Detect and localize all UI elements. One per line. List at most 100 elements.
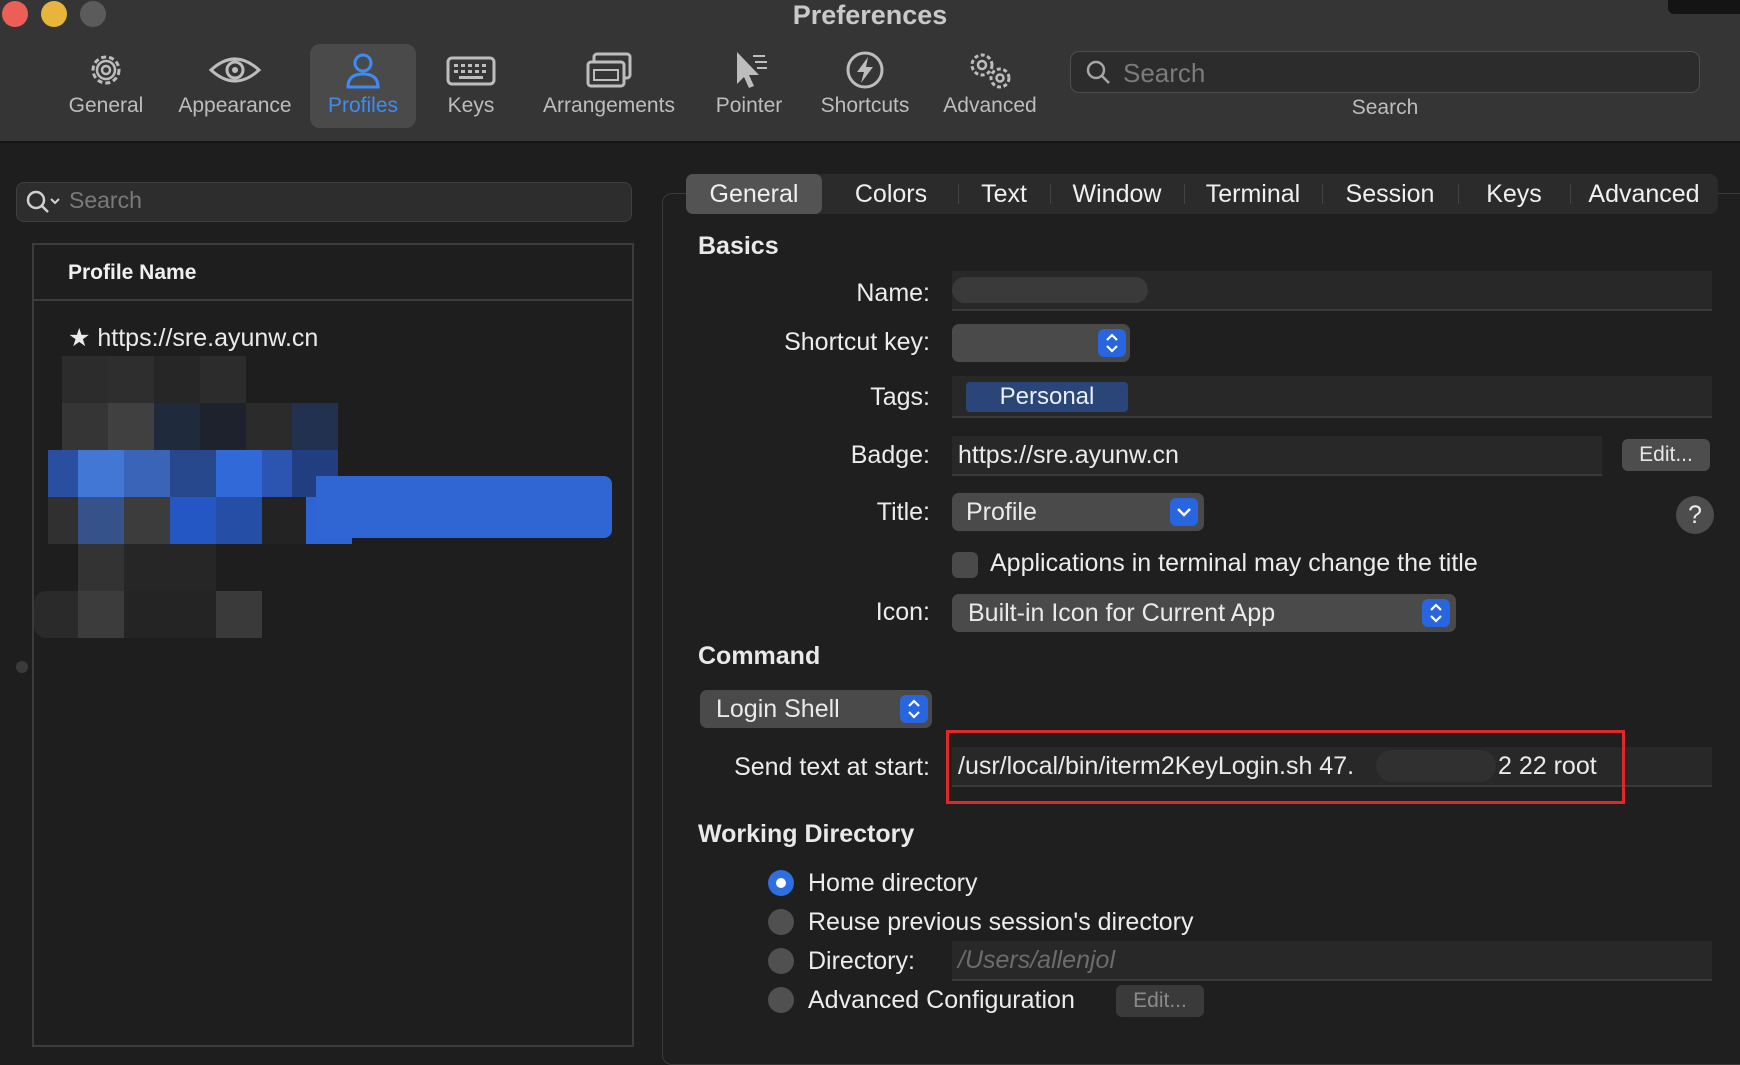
title-popup-value: Profile — [966, 498, 1037, 526]
command-type-popup[interactable]: Login Shell — [700, 690, 932, 728]
tags-label: Tags: — [870, 383, 930, 411]
tab-separator — [1050, 184, 1051, 204]
profile-row[interactable]: ★ https://sre.ayunw.cn — [68, 323, 318, 353]
profile-list-header[interactable]: Profile Name — [34, 245, 632, 301]
toolbar-search-field[interactable]: Search — [1070, 51, 1700, 93]
tab-text[interactable]: Text — [960, 174, 1048, 214]
tags-field[interactable]: Personal — [952, 376, 1712, 418]
toolbar-shortcuts-label: Shortcuts — [820, 94, 910, 117]
toolbar-arrangements-label: Arrangements — [543, 94, 675, 117]
badge-edit-button[interactable]: Edit... — [1622, 439, 1710, 471]
icon-label: Icon: — [875, 598, 930, 626]
windows-icon — [586, 52, 632, 88]
lightning-icon — [846, 51, 884, 89]
tab-general[interactable]: General — [686, 174, 822, 214]
search-menu-icon — [26, 190, 60, 213]
tab-colors[interactable]: Colors — [826, 174, 956, 214]
toolbar-general-label: General — [68, 94, 144, 117]
badge-label: Badge: — [850, 441, 930, 469]
toolbar-search-placeholder: Search — [1123, 58, 1206, 88]
advanced-config-radio[interactable] — [768, 987, 794, 1013]
icon-popup[interactable]: Built-in Icon for Current App — [952, 594, 1456, 632]
advanced-config-edit-button[interactable]: Edit... — [1116, 985, 1204, 1017]
title-change-checkbox-label: Applications in terminal may change the … — [990, 549, 1478, 577]
directory-radio[interactable] — [768, 948, 794, 974]
basics-heading: Basics — [698, 232, 779, 260]
selected-profile-row[interactable] — [316, 476, 612, 538]
reuse-directory-radio[interactable] — [768, 909, 794, 935]
toolbar-pointer-label: Pointer — [715, 94, 783, 117]
help-button[interactable]: ? — [1676, 496, 1714, 534]
home-directory-label: Home directory — [808, 869, 978, 897]
profile-search-field[interactable]: Search — [16, 182, 632, 222]
title-popup[interactable]: Profile — [952, 493, 1204, 531]
name-field[interactable] — [952, 271, 1712, 311]
chevron-down-icon — [1170, 498, 1198, 526]
toolbar-profiles[interactable]: Profiles — [310, 44, 416, 128]
stepper-arrows-icon — [1422, 599, 1450, 627]
keyboard-icon — [446, 56, 496, 86]
directory-field[interactable]: /Users/allenjol — [952, 941, 1712, 981]
search-icon — [1086, 60, 1110, 84]
reuse-directory-label: Reuse previous session's directory — [808, 908, 1194, 936]
working-directory-heading: Working Directory — [698, 820, 915, 848]
toolbar-search-caption: Search — [1351, 96, 1419, 119]
toolbar-keys-label: Keys — [447, 94, 495, 117]
tab-window[interactable]: Window — [1052, 174, 1182, 214]
shortcut-key-label: Shortcut key: — [784, 328, 930, 356]
tab-keys[interactable]: Keys — [1460, 174, 1568, 214]
gears-icon — [970, 53, 1011, 89]
directory-label: Directory: — [808, 947, 915, 975]
toolbar-advanced[interactable]: Advanced — [936, 44, 1044, 128]
stepper-arrows-icon — [900, 695, 928, 723]
tag-token[interactable]: Personal — [966, 382, 1128, 412]
toolbar-keys[interactable]: Keys — [430, 44, 512, 128]
stepper-arrows-icon — [1098, 329, 1126, 357]
tab-separator — [1184, 184, 1185, 204]
tab-session[interactable]: Session — [1324, 174, 1456, 214]
advanced-config-label: Advanced Configuration — [808, 986, 1075, 1014]
pointer-icon — [737, 52, 767, 88]
redacted-profile-rows — [34, 356, 364, 656]
splitter-handle[interactable] — [16, 661, 28, 673]
toolbar-advanced-label: Advanced — [943, 94, 1037, 117]
toolbar-profiles-label: Profiles — [327, 94, 399, 117]
badge-value: https://sre.ayunw.cn — [958, 441, 1179, 469]
shortcut-key-popup[interactable] — [952, 324, 1130, 362]
home-directory-radio[interactable] — [768, 870, 794, 896]
directory-placeholder: /Users/allenjol — [958, 946, 1116, 974]
title-change-checkbox[interactable] — [952, 552, 978, 578]
badge-field[interactable]: https://sre.ayunw.cn — [952, 436, 1602, 476]
profile-name-column-header: Profile Name — [68, 261, 197, 284]
highlight-annotation — [946, 730, 1625, 804]
toolbar-appearance-label: Appearance — [178, 94, 292, 117]
profile-row-label: https://sre.ayunw.cn — [97, 324, 319, 352]
tab-terminal[interactable]: Terminal — [1186, 174, 1320, 214]
profile-search-placeholder: Search — [69, 187, 142, 213]
profile-tabs: General Colors Text Window Terminal Sess… — [686, 174, 1718, 214]
icon-popup-value: Built-in Icon for Current App — [968, 599, 1276, 627]
tab-advanced[interactable]: Advanced — [1572, 174, 1716, 214]
toolbar-pointer[interactable]: Pointer — [706, 44, 792, 128]
toolbar-shortcuts[interactable]: Shortcuts — [812, 44, 918, 128]
redacted-name — [952, 277, 1148, 303]
tab-separator — [1322, 184, 1323, 204]
toolbar-general[interactable]: General — [58, 44, 154, 128]
tab-separator — [1570, 184, 1571, 204]
eye-icon — [208, 57, 262, 83]
default-star-icon: ★ — [68, 324, 91, 352]
window-title: Preferences — [792, 0, 948, 30]
toolbar-arrangements[interactable]: Arrangements — [534, 44, 684, 128]
tab-separator — [958, 184, 959, 204]
tab-separator — [1458, 184, 1459, 204]
toolbar: Preferences General Appearance Profiles — [0, 0, 1740, 143]
person-icon — [346, 53, 380, 89]
name-label: Name: — [856, 279, 930, 307]
toolbar-appearance[interactable]: Appearance — [168, 44, 302, 128]
command-heading: Command — [698, 642, 821, 670]
corner-decoration — [1668, 0, 1740, 14]
title-label: Title: — [876, 498, 930, 526]
command-type-value: Login Shell — [716, 695, 840, 723]
send-text-label: Send text at start: — [734, 753, 930, 781]
gear-icon — [91, 55, 121, 85]
